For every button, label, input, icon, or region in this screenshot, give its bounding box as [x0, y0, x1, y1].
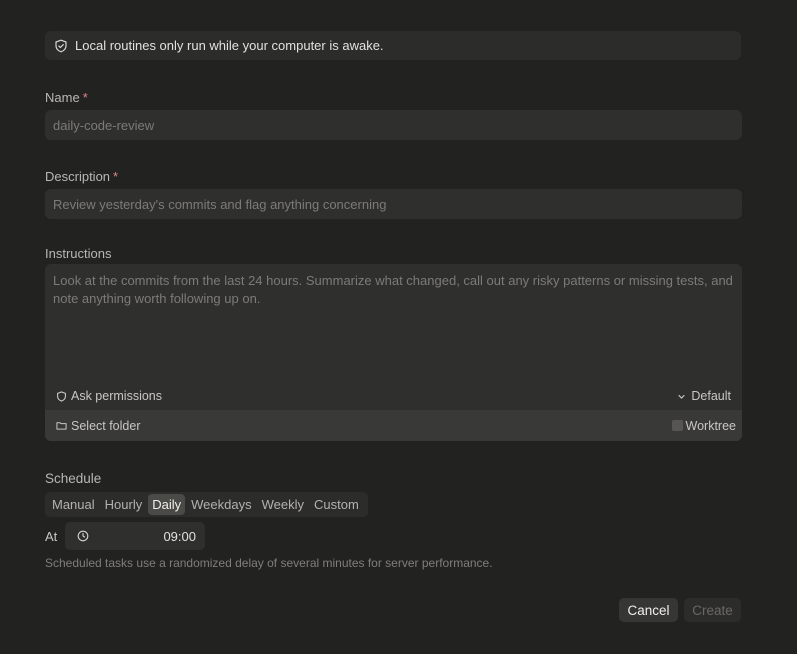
instructions-textarea[interactable]: [45, 264, 742, 382]
schedule-option-hourly[interactable]: Hourly: [101, 494, 147, 515]
instructions-label: Instructions: [45, 246, 112, 261]
schedule-hint: Scheduled tasks use a randomized delay o…: [45, 556, 493, 570]
description-input[interactable]: [45, 189, 742, 219]
select-folder-button[interactable]: Select folder: [56, 419, 140, 433]
select-folder-label: Select folder: [71, 418, 141, 433]
ask-permissions-label: Ask permissions: [71, 389, 162, 403]
cancel-button[interactable]: Cancel: [619, 598, 678, 622]
schedule-option-daily[interactable]: Daily: [148, 494, 186, 515]
notice-text: Local routines only run while your compu…: [75, 38, 384, 53]
create-button[interactable]: Create: [684, 598, 741, 622]
permissions-row: Ask permissions Default: [45, 385, 742, 407]
instructions-panel: Ask permissions Default Select folder Wo…: [45, 264, 742, 441]
schedule-selector: Manual Hourly Daily Weekdays Weekly Cust…: [45, 492, 368, 517]
worktree-label: Worktree: [685, 418, 736, 433]
time-value: 09:00: [163, 528, 196, 544]
schedule-option-weekly[interactable]: Weekly: [258, 494, 308, 515]
clock-icon: [77, 530, 89, 542]
schedule-option-manual[interactable]: Manual: [48, 494, 99, 515]
required-marker: *: [82, 90, 88, 105]
description-label-text: Description: [45, 169, 111, 184]
name-label-text: Name: [45, 90, 80, 105]
worktree-checkbox[interactable]: [671, 420, 683, 431]
ask-permissions-button[interactable]: Ask permissions: [56, 389, 162, 403]
model-select[interactable]: Default: [677, 389, 731, 403]
folder-icon: [56, 420, 67, 431]
at-label: At: [45, 529, 58, 544]
local-routines-notice: Local routines only run while your compu…: [45, 31, 741, 60]
name-input[interactable]: [45, 110, 742, 140]
shield-icon: [54, 39, 68, 53]
schedule-option-custom[interactable]: Custom: [310, 494, 363, 515]
name-label: Name *: [45, 90, 88, 105]
time-picker[interactable]: 09:00: [65, 522, 205, 550]
schedule-option-weekdays[interactable]: Weekdays: [187, 494, 255, 515]
chevron-down-icon: [677, 392, 686, 401]
schedule-label: Schedule: [45, 471, 102, 486]
description-label: Description *: [45, 169, 118, 184]
folder-row: Select folder Worktree: [45, 410, 742, 441]
worktree-toggle[interactable]: Worktree: [671, 418, 736, 433]
model-label: Default: [691, 389, 731, 403]
required-marker: *: [113, 169, 119, 184]
shield-icon: [56, 390, 67, 402]
